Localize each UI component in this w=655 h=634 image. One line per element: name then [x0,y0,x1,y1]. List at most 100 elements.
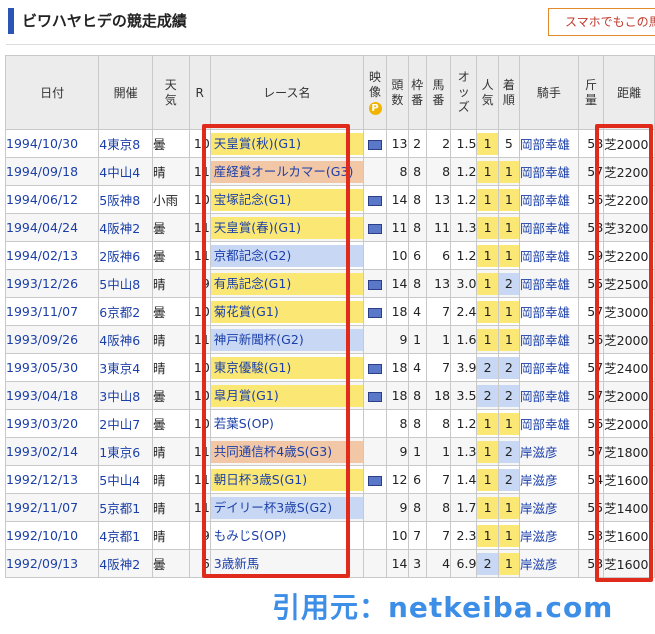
odds-cell: 2.4 [450,297,478,326]
popularity-cell: 1 [476,157,499,186]
umaban-cell: 8 [425,409,452,438]
race-date-link[interactable]: 1994/02/13 [4,241,100,270]
jockey-link[interactable]: 岡部幸雄 [519,325,579,354]
jockey-link[interactable]: 岡部幸雄 [519,297,579,326]
race-date-link[interactable]: 1992/09/13 [4,549,100,578]
jockey-link[interactable]: 岡部幸雄 [519,269,579,298]
venue-link[interactable]: 4中山4 [98,157,154,186]
col-weather: 天気 [152,55,190,130]
video-cell[interactable] [362,213,388,242]
race-date-link[interactable]: 1993/09/26 [4,325,100,354]
weather-cell: 晴 [152,157,190,186]
venue-link[interactable]: 3東京4 [98,353,154,382]
jockey-link[interactable]: 岸滋彦 [519,437,579,466]
video-icon[interactable] [368,139,383,150]
heads-cell: 10 [386,241,409,270]
popularity-cell: 1 [476,185,499,214]
heads-cell: 11 [386,213,409,242]
race-date-link[interactable]: 1993/12/26 [4,269,100,298]
col-heads: 頭数 [386,55,409,130]
venue-link[interactable]: 4阪神2 [98,549,154,578]
video-cell [362,325,388,354]
video-cell[interactable] [362,353,388,382]
waku-cell: 8 [407,269,427,298]
video-cell [362,521,388,550]
video-icon[interactable] [368,195,383,206]
venue-link[interactable]: 4阪神6 [98,325,154,354]
col-date[interactable]: 日付 [4,55,100,130]
venue-link[interactable]: 5中山8 [98,269,154,298]
finish-cell: 2 [497,269,521,298]
col-venue[interactable]: 開催 [98,55,154,130]
finish-cell: 2 [497,465,521,494]
race-date-link[interactable]: 1994/06/12 [4,185,100,214]
finish-cell: 1 [497,325,521,354]
venue-link[interactable]: 4東京8 [98,129,154,158]
jockey-link[interactable]: 岡部幸雄 [519,185,579,214]
venue-link[interactable]: 1東京6 [98,437,154,466]
venue-link[interactable]: 2中山7 [98,409,154,438]
popularity-cell: 2 [476,353,499,382]
jockey-link[interactable]: 岸滋彦 [519,521,579,550]
col-video: 映像P [362,55,388,130]
finish-cell: 1 [497,157,521,186]
umaban-cell: 18 [425,381,452,410]
race-date-link[interactable]: 1994/04/24 [4,213,100,242]
premium-icon: P [368,102,382,115]
odds-cell: 1.5 [450,129,478,158]
video-cell[interactable] [362,465,388,494]
venue-link[interactable]: 2阪神6 [98,241,154,270]
odds-cell: 1.4 [450,465,478,494]
race-date-link[interactable]: 1993/03/20 [4,409,100,438]
page-header: ビワハヤヒデの競走成績 スマホでもこの馬 [0,0,655,44]
video-icon[interactable] [368,223,383,234]
video-icon[interactable] [368,279,383,290]
race-date-link[interactable]: 1992/11/07 [4,493,100,522]
jockey-link[interactable]: 岸滋彦 [519,549,579,578]
venue-link[interactable]: 4京都1 [98,521,154,550]
race-date-link[interactable]: 1993/11/07 [4,297,100,326]
video-icon[interactable] [368,363,383,374]
race-date-link[interactable]: 1994/09/18 [4,157,100,186]
video-cell [362,493,388,522]
video-icon[interactable] [368,307,383,318]
popularity-cell: 1 [476,493,499,522]
finish-cell: 1 [497,213,521,242]
odds-cell: 6.9 [450,549,478,578]
race-date-link[interactable]: 1993/04/18 [4,381,100,410]
video-icon[interactable] [368,391,383,402]
jockey-link[interactable]: 岡部幸雄 [519,129,579,158]
jockey-link[interactable]: 岸滋彦 [519,465,579,494]
smartphone-link-button[interactable]: スマホでもこの馬 [548,8,655,36]
jockey-link[interactable]: 岡部幸雄 [519,241,579,270]
race-date-link[interactable]: 1993/02/14 [4,437,100,466]
venue-link[interactable]: 4阪神2 [98,213,154,242]
race-date-link[interactable]: 1992/10/10 [4,521,100,550]
popularity-cell: 1 [476,297,499,326]
jockey-link[interactable]: 岸滋彦 [519,493,579,522]
weather-cell: 曇 [152,241,190,270]
jockey-link[interactable]: 岡部幸雄 [519,213,579,242]
video-icon[interactable] [368,475,383,486]
jockey-link[interactable]: 岡部幸雄 [519,381,579,410]
venue-link[interactable]: 6京都2 [98,297,154,326]
col-dist: 距離 [603,55,655,130]
race-date-link[interactable]: 1993/05/30 [4,353,100,382]
col-kinryo: 斤量 [577,55,605,130]
video-cell[interactable] [362,129,388,158]
video-cell[interactable] [362,185,388,214]
video-cell[interactable] [362,381,388,410]
venue-link[interactable]: 3中山8 [98,381,154,410]
jockey-link[interactable]: 岡部幸雄 [519,409,579,438]
jockey-link[interactable]: 岡部幸雄 [519,353,579,382]
jockey-link[interactable]: 岡部幸雄 [519,157,579,186]
venue-link[interactable]: 5中山4 [98,465,154,494]
venue-link[interactable]: 5阪神8 [98,185,154,214]
col-umaban: 馬番 [425,55,452,130]
venue-link[interactable]: 5京都1 [98,493,154,522]
video-cell[interactable] [362,269,388,298]
col-odds: オッズ [450,55,478,130]
race-date-link[interactable]: 1994/10/30 [4,129,100,158]
video-cell[interactable] [362,297,388,326]
race-date-link[interactable]: 1992/12/13 [4,465,100,494]
